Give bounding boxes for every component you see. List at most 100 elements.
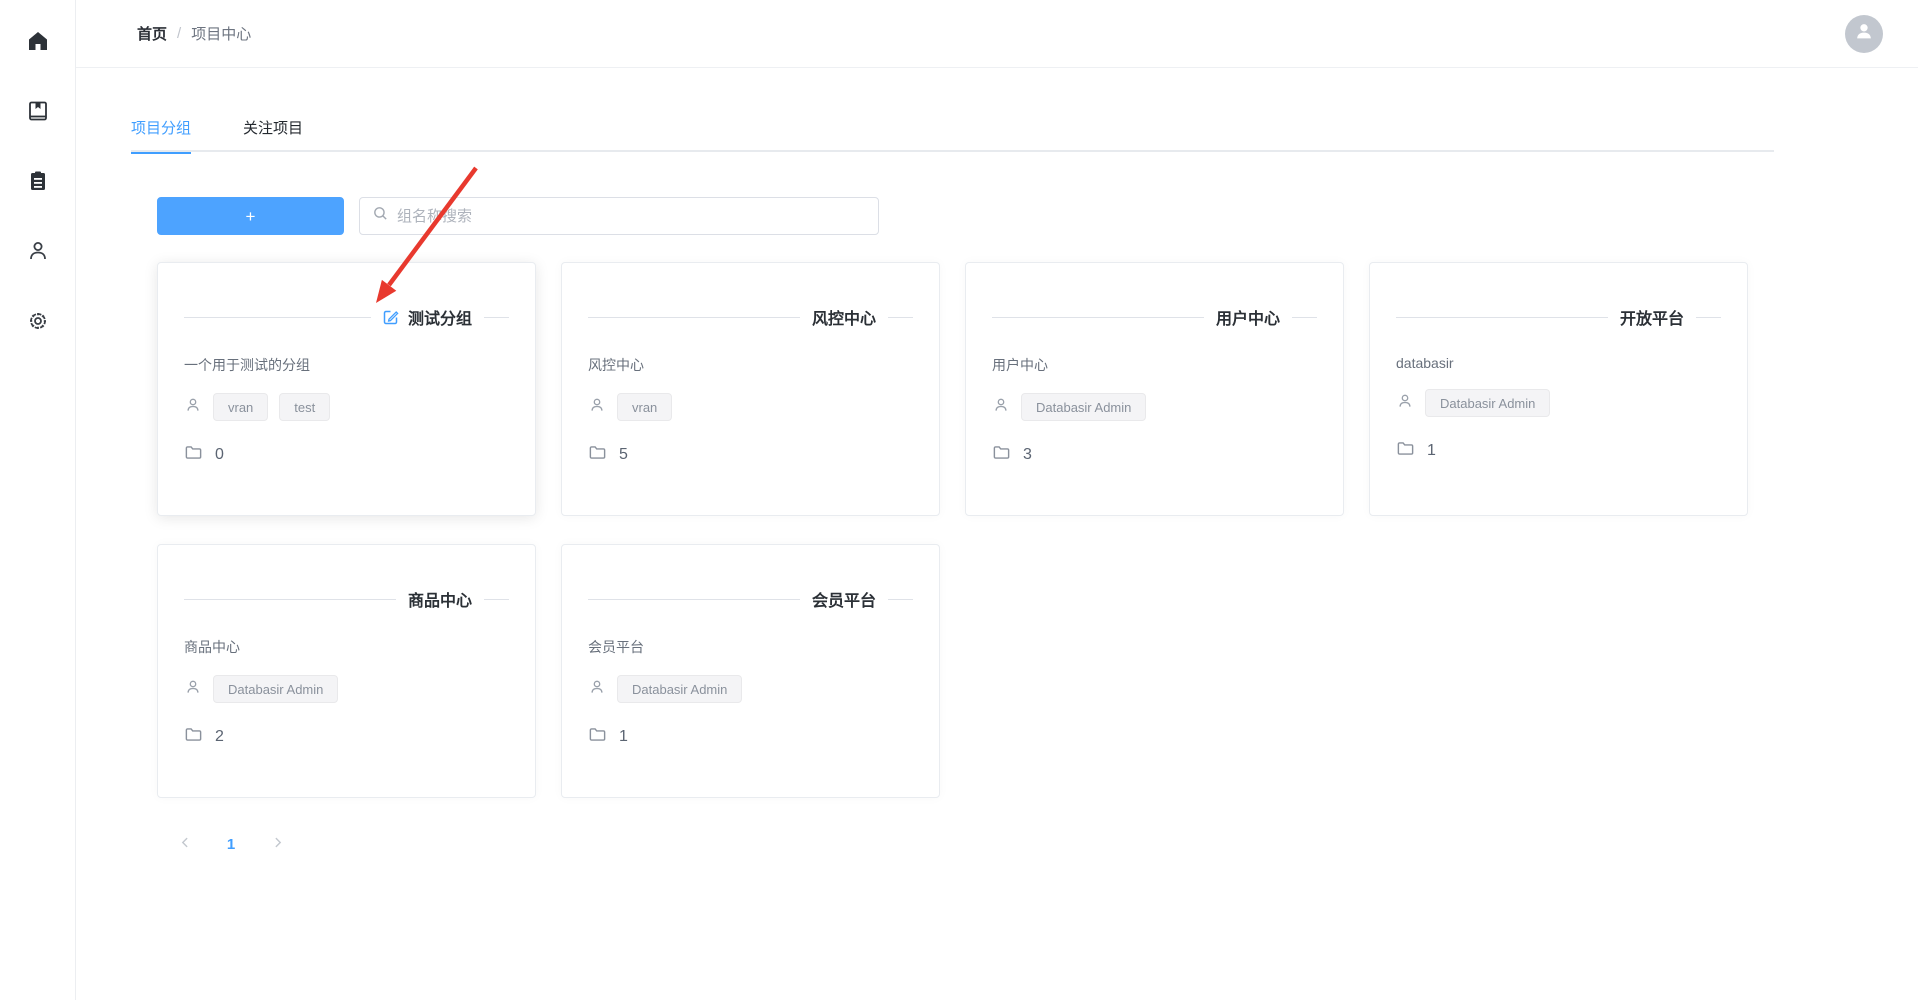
group-owners-row: vrantest: [184, 393, 509, 421]
project-count: 1: [1427, 442, 1436, 460]
folder-icon: [1396, 439, 1415, 463]
folder-icon: [588, 443, 607, 467]
project-count: 5: [619, 446, 628, 464]
person-icon: [588, 678, 606, 701]
card-title-divider: 会员平台: [588, 587, 913, 611]
project-count: 1: [619, 728, 628, 746]
breadcrumb-separator: /: [177, 25, 181, 42]
projects-clipboard-icon: [26, 169, 50, 193]
card-head: 用户中心: [1204, 305, 1292, 329]
project-group-card[interactable]: 会员平台 会员平台 Databasir Admin 1: [561, 544, 940, 798]
sidebar-item-settings[interactable]: [18, 301, 58, 341]
group-count-row: 0: [184, 443, 509, 467]
group-title: 风控中心: [812, 305, 876, 329]
group-title: 会员平台: [812, 587, 876, 611]
user-avatar[interactable]: [1845, 15, 1883, 53]
folder-icon: [992, 443, 1011, 467]
card-head: 开放平台: [1608, 305, 1696, 329]
group-search-input[interactable]: [397, 208, 866, 225]
breadcrumb-home-link[interactable]: 首页: [137, 23, 167, 44]
sidebar: [0, 0, 76, 1000]
folder-icon: [184, 443, 203, 467]
project-group-card[interactable]: 风控中心 风控中心 vran 5: [561, 262, 940, 516]
search-icon: [372, 205, 397, 227]
group-count-row: 3: [992, 443, 1317, 467]
divider-line: [888, 317, 913, 318]
group-count-row: 2: [184, 725, 509, 749]
divider-line: [184, 599, 396, 600]
pagination: 1: [171, 830, 1774, 858]
card-title-divider: 商品中心: [184, 587, 509, 611]
owner-tag: test: [279, 393, 330, 421]
group-search-box[interactable]: [359, 197, 879, 235]
person-icon: [184, 396, 202, 419]
group-owners-row: Databasir Admin: [992, 393, 1317, 421]
top-header: 首页 / 项目中心: [76, 0, 1918, 68]
tab-bar: 项目分组 关注项目: [131, 112, 1774, 152]
divider-line: [484, 317, 509, 318]
project-count: 0: [215, 446, 224, 464]
group-owners-row: vran: [588, 393, 913, 421]
divider-line: [888, 599, 913, 600]
card-head: 商品中心: [396, 587, 484, 611]
main-area: 首页 / 项目中心 项目分组 关注项目: [76, 0, 1918, 1000]
card-title-divider: 开放平台: [1396, 305, 1721, 329]
project-group-card[interactable]: 商品中心 商品中心 Databasir Admin 2: [157, 544, 536, 798]
divider-line: [588, 317, 800, 318]
owner-tag: Databasir Admin: [213, 675, 338, 703]
breadcrumb: 首页 / 项目中心: [137, 23, 251, 44]
divider-line: [1396, 317, 1608, 318]
edit-group-icon[interactable]: [383, 309, 399, 325]
group-count-row: 1: [588, 725, 913, 749]
owner-tag: Databasir Admin: [1425, 389, 1550, 417]
pagination-prev-button[interactable]: [171, 830, 199, 858]
settings-gear-icon: [26, 309, 50, 333]
tab-project-groups[interactable]: 项目分组: [131, 112, 191, 152]
project-group-card[interactable]: 用户中心 用户中心 Databasir Admin 3: [965, 262, 1344, 516]
sidebar-item-users[interactable]: [18, 231, 58, 271]
chevron-right-icon: [271, 836, 284, 852]
divider-line: [1696, 317, 1721, 318]
sidebar-item-docs[interactable]: [18, 91, 58, 131]
group-owners-row: Databasir Admin: [1396, 389, 1721, 417]
person-icon: [588, 396, 606, 419]
card-head: 测试分组: [371, 305, 484, 329]
content-area: 项目分组 关注项目 +: [76, 68, 1918, 858]
group-title: 用户中心: [1216, 305, 1280, 329]
folder-icon: [184, 725, 203, 749]
user-icon: [26, 239, 50, 263]
avatar-person-icon: [1853, 20, 1875, 47]
divider-line: [992, 317, 1204, 318]
person-icon: [184, 678, 202, 701]
group-owners-row: Databasir Admin: [588, 675, 913, 703]
folder-icon: [588, 725, 607, 749]
divider-line: [1292, 317, 1317, 318]
sidebar-item-projects[interactable]: [18, 161, 58, 201]
sidebar-item-home[interactable]: [18, 21, 58, 61]
breadcrumb-current: 项目中心: [191, 23, 251, 44]
card-title-divider: 测试分组: [184, 305, 509, 329]
card-head: 会员平台: [800, 587, 888, 611]
pagination-page-1[interactable]: 1: [217, 836, 245, 853]
group-title: 商品中心: [408, 587, 472, 611]
project-count: 2: [215, 728, 224, 746]
group-description: 会员平台: [588, 637, 913, 657]
toolbar: +: [157, 197, 1774, 235]
person-icon: [1396, 392, 1414, 415]
owner-tag: vran: [617, 393, 672, 421]
group-count-row: 5: [588, 443, 913, 467]
app-root: 首页 / 项目中心 项目分组 关注项目: [0, 0, 1918, 1000]
project-count: 3: [1023, 446, 1032, 464]
card-title-divider: 用户中心: [992, 305, 1317, 329]
project-group-card[interactable]: 测试分组 一个用于测试的分组 vrantest 0: [157, 262, 536, 516]
group-description: 一个用于测试的分组: [184, 355, 509, 375]
owner-tag: Databasir Admin: [1021, 393, 1146, 421]
divider-line: [184, 317, 371, 318]
pagination-next-button[interactable]: [263, 830, 291, 858]
project-group-card[interactable]: 开放平台 databasir Databasir Admin 1: [1369, 262, 1748, 516]
group-description: 商品中心: [184, 637, 509, 657]
tab-followed-projects[interactable]: 关注项目: [243, 112, 303, 152]
create-group-button[interactable]: +: [157, 197, 344, 235]
home-icon: [26, 29, 50, 53]
group-description: databasir: [1396, 355, 1721, 371]
